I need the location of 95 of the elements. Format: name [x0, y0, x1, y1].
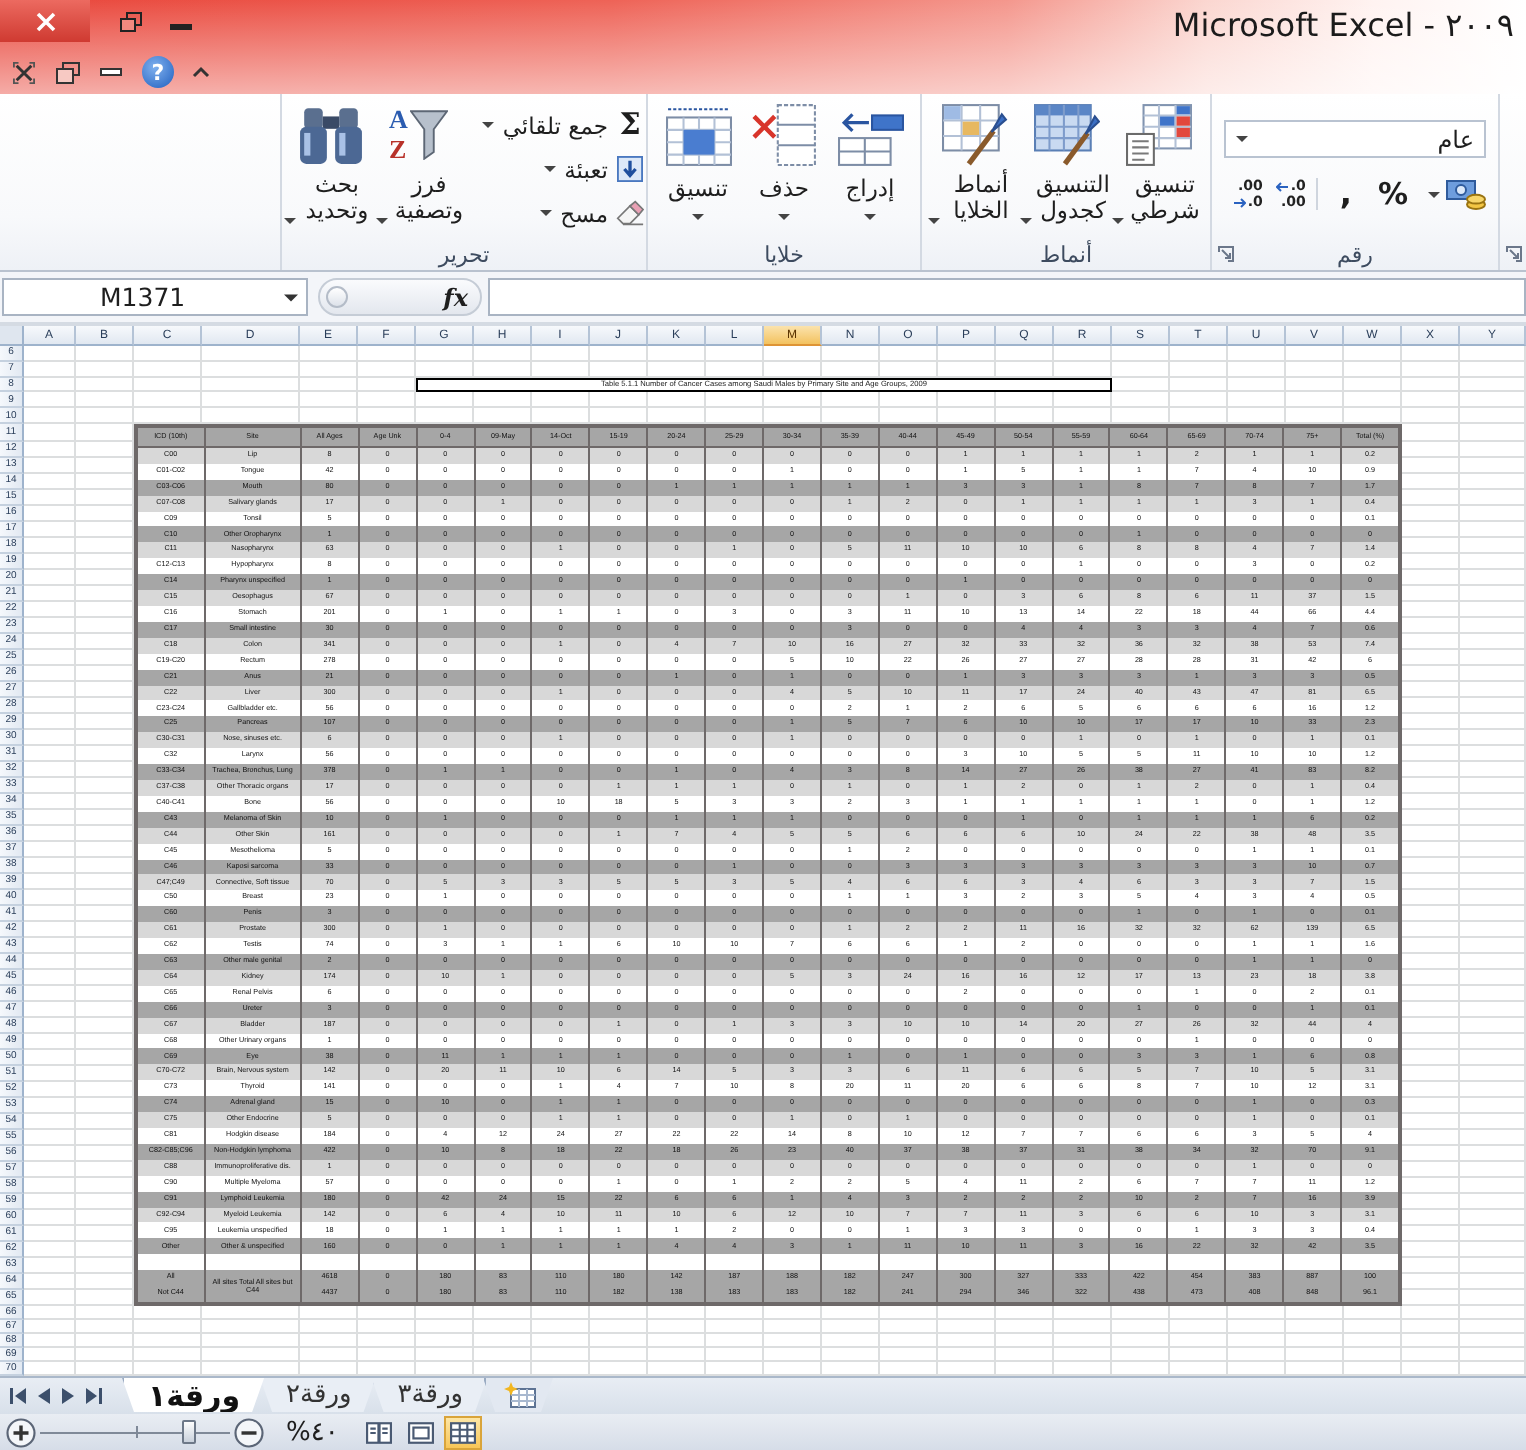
format-as-table-button[interactable]: التنسيق كجدول — [1020, 94, 1112, 224]
table-cell — [1342, 1254, 1398, 1271]
arrow-right-icon — [1233, 197, 1246, 207]
table-cell — [995, 1254, 1052, 1271]
formula-input[interactable] — [488, 278, 1526, 316]
table-cell — [821, 1254, 878, 1271]
colored-grid-icon — [1125, 104, 1191, 166]
caret-icon — [1112, 218, 1124, 224]
table-cell — [1226, 1254, 1283, 1271]
table-cell — [1053, 1254, 1109, 1271]
sheet-star-icon — [503, 1382, 536, 1408]
table-cell — [764, 1254, 820, 1271]
minimize-icon[interactable] — [100, 68, 122, 76]
percent-button[interactable]: % — [1377, 178, 1408, 210]
chevron-up-icon[interactable] — [192, 66, 210, 78]
table-cell — [648, 1254, 705, 1271]
grid-icon — [665, 104, 731, 166]
caret-icon — [1020, 218, 1032, 224]
banknote-coins-icon[interactable] — [1446, 178, 1486, 210]
sheet-tab[interactable]: ورقة١ — [122, 1378, 265, 1412]
group-label: أنماط — [1040, 241, 1093, 267]
group-label: تحرير — [438, 241, 490, 267]
group-label: خلايا — [764, 241, 804, 267]
right-triangle-icon[interactable] — [62, 1387, 74, 1403]
arrow-left-icon — [1276, 181, 1289, 191]
comma-button[interactable]: , — [1339, 178, 1352, 210]
table-cell — [205, 1254, 300, 1271]
binoculars-icon — [297, 104, 363, 166]
skip-right-icon[interactable] — [86, 1387, 102, 1403]
clear-button[interactable]: مسح — [468, 192, 644, 234]
zoom-out-icon[interactable] — [234, 1417, 264, 1447]
group-label: رقم — [1337, 241, 1373, 267]
table-cell — [1284, 1254, 1341, 1271]
page-icon — [408, 1421, 435, 1443]
table-cell — [475, 1254, 531, 1271]
number-format-dropdown[interactable]: عام — [1224, 120, 1486, 158]
sheet-tab[interactable]: ورقة٣ — [371, 1378, 488, 1412]
handle-icon[interactable] — [326, 286, 348, 308]
caret-icon — [778, 214, 790, 220]
conditional-format-button[interactable]: تنسيق شرطي — [1112, 94, 1204, 224]
format-button[interactable]: تنسيق — [655, 94, 741, 220]
restore-icon[interactable] — [56, 61, 80, 83]
find-select-button[interactable]: بحث وتحديد — [284, 94, 376, 224]
zoom-level[interactable]: %٤٠ — [286, 1417, 339, 1447]
caret-icon — [928, 218, 940, 224]
delete-button[interactable]: حذف — [741, 94, 827, 220]
caret-icon — [284, 293, 298, 301]
table-cell — [359, 1254, 416, 1271]
table-cell — [417, 1254, 474, 1271]
insert-button[interactable]: إدراج — [827, 94, 913, 220]
table-cell — [937, 1254, 994, 1271]
table-cell — [532, 1254, 589, 1271]
caret-icon — [864, 214, 876, 220]
corner-arrow-icon[interactable] — [1218, 246, 1234, 262]
close-icon — [35, 11, 55, 31]
skip-left-icon[interactable] — [10, 1387, 26, 1403]
corner-arrow-icon[interactable] — [1505, 246, 1521, 262]
normal-view-button[interactable] — [444, 1415, 483, 1449]
restore-icon[interactable] — [120, 12, 142, 32]
caret-icon[interactable] — [1428, 191, 1440, 197]
sigma-icon: Σ — [616, 110, 644, 140]
table-cell — [590, 1254, 647, 1271]
table-cell — [879, 1254, 936, 1271]
table-cell — [138, 1254, 204, 1271]
grid-cross-icon — [751, 104, 817, 166]
page-columns-icon — [366, 1421, 393, 1443]
cell-styles-button[interactable]: أنماط الخلايا — [928, 94, 1020, 224]
table-cell — [706, 1254, 763, 1271]
table-brush-icon — [1033, 104, 1099, 166]
caret-icon — [540, 210, 553, 216]
caret-icon — [1236, 136, 1248, 142]
eraser-icon — [616, 200, 644, 226]
close-button[interactable] — [0, 0, 90, 42]
insert-function-button[interactable]: fx — [443, 283, 468, 311]
new-sheet-button[interactable] — [483, 1378, 554, 1412]
table-cell — [1168, 1254, 1225, 1271]
slider-thumb[interactable] — [182, 1420, 197, 1444]
table-cell — [1110, 1254, 1167, 1271]
table-cell — [301, 1254, 358, 1271]
caret-icon — [284, 218, 296, 224]
caret-icon — [544, 166, 557, 172]
left-triangle-icon[interactable] — [38, 1387, 50, 1403]
down-arrow-icon — [616, 156, 644, 182]
caret-icon — [692, 214, 704, 220]
fill-button[interactable]: تعبئة — [468, 148, 644, 190]
window-title: Microsoft Excel - ٢٠٠٩ — [1172, 6, 1514, 44]
zoom-in-icon[interactable] — [6, 1417, 36, 1447]
sheet-tab[interactable]: ورقة٢ — [260, 1378, 376, 1412]
grid-icon — [450, 1421, 477, 1443]
caret-icon — [482, 122, 495, 128]
cell-brush-icon — [941, 104, 1007, 166]
zoom-slider[interactable] — [40, 1420, 230, 1444]
close-icon[interactable] — [12, 61, 36, 83]
caret-icon — [376, 218, 388, 224]
name-box[interactable]: M1371 — [2, 278, 308, 316]
